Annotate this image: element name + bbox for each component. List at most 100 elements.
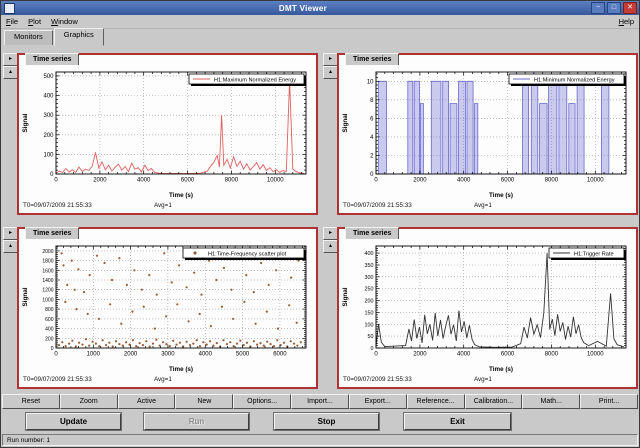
pane3-up-icon[interactable]: ▴	[3, 240, 18, 253]
pane1-expand-icon[interactable]: ▸	[3, 53, 18, 66]
svg-text:1200: 1200	[42, 288, 53, 294]
import-button[interactable]: Import...	[291, 394, 349, 409]
plot-time-frequency-scatter[interactable]: 0100020003000400050006000020040060080010…	[20, 239, 314, 373]
svg-text:2000: 2000	[42, 249, 53, 255]
menubar: File Plot Window Help	[1, 15, 639, 29]
svg-text:1800: 1800	[42, 259, 53, 265]
pane1-up-icon[interactable]: ▴	[3, 66, 18, 79]
pane4-frame: Time series 0200040006000800010000050100…	[337, 227, 638, 389]
svg-text:100: 100	[365, 322, 374, 328]
run-button[interactable]: Run	[144, 413, 249, 430]
pane2-frame: Time series 0200040006000800010000024681…	[337, 53, 638, 215]
t0-label: T0=09/07/2009 21:55:33	[343, 202, 412, 209]
svg-text:8000: 8000	[545, 352, 559, 358]
svg-text:H1:Minimum Normalized Energy: H1:Minimum Normalized Energy	[534, 77, 615, 83]
menu-file[interactable]: File	[1, 17, 23, 26]
pane-4: ▸ ▴ Time series 020004000600080001000005…	[321, 221, 640, 393]
svg-text:4000: 4000	[457, 352, 471, 358]
svg-text:Signal: Signal	[22, 287, 29, 306]
svg-text:200: 200	[45, 336, 54, 342]
svg-text:3000: 3000	[161, 352, 175, 358]
svg-text:10: 10	[367, 79, 374, 85]
svg-text:6000: 6000	[273, 352, 287, 358]
svg-text:350: 350	[365, 263, 374, 269]
new-button[interactable]: New	[175, 394, 233, 409]
dmt-viewer-window: DMT Viewer − □ ✕ File Plot Window Help M…	[0, 0, 640, 448]
svg-text:2000: 2000	[93, 178, 107, 184]
svg-text:6000: 6000	[501, 352, 515, 358]
plot-min-normalized-energy[interactable]: 02000400060008000100000246810Time (s)Sig…	[340, 65, 634, 199]
calibration-button[interactable]: Calibration...	[465, 394, 523, 409]
plot-trigger-rate[interactable]: 0200040006000800010000050100150200250300…	[340, 239, 634, 373]
svg-text:0: 0	[51, 346, 54, 352]
menu-help[interactable]: Help	[614, 17, 639, 26]
minimize-icon[interactable]: −	[591, 2, 605, 14]
svg-text:250: 250	[365, 287, 374, 293]
svg-text:400: 400	[365, 251, 374, 257]
tab-monitors[interactable]: Monitors	[4, 30, 53, 45]
svg-text:H1:Trigger Rate: H1:Trigger Rate	[574, 251, 614, 257]
pane2-up-icon[interactable]: ▴	[323, 66, 338, 79]
svg-text:H1:Maximum Normalized Energy: H1:Maximum Normalized Energy	[214, 77, 296, 83]
toolbar: Reset Zoom Active New Options... Import.…	[2, 394, 638, 409]
svg-text:10000: 10000	[267, 178, 284, 184]
close-icon[interactable]: ✕	[623, 2, 637, 14]
svg-text:1000: 1000	[42, 297, 53, 303]
svg-text:8000: 8000	[545, 178, 559, 184]
print-button[interactable]: Print...	[580, 394, 638, 409]
svg-text:H1:Time-Frequency scatter plot: H1:Time-Frequency scatter plot	[208, 251, 287, 257]
t0-label: T0=09/07/2009 21:55:33	[343, 376, 412, 383]
svg-text:4000: 4000	[137, 178, 151, 184]
active-button[interactable]: Active	[118, 394, 176, 409]
svg-text:600: 600	[45, 317, 54, 323]
tab-graphics[interactable]: Graphics	[54, 28, 104, 46]
math-button[interactable]: Math...	[522, 394, 580, 409]
titlebar[interactable]: DMT Viewer − □ ✕	[1, 1, 639, 15]
zoom-button[interactable]: Zoom	[60, 394, 118, 409]
plot-max-normalized-energy[interactable]: 02000400060008000100000100200300400500Ti…	[20, 65, 314, 199]
svg-text:2000: 2000	[413, 352, 427, 358]
reference-button[interactable]: Reference...	[407, 394, 465, 409]
maximize-icon[interactable]: □	[607, 2, 621, 14]
svg-text:500: 500	[43, 74, 54, 80]
pane2-expand-icon[interactable]: ▸	[323, 53, 338, 66]
pane3-expand-icon[interactable]: ▸	[3, 227, 18, 240]
svg-text:400: 400	[43, 94, 54, 100]
pane4-expand-icon[interactable]: ▸	[323, 227, 338, 240]
options-button[interactable]: Options...	[233, 394, 291, 409]
svg-text:Signal: Signal	[342, 113, 349, 132]
pane-1: ▸ ▴ Time series 020004000600080001000001…	[1, 47, 321, 219]
svg-text:0: 0	[371, 346, 374, 352]
svg-text:1000: 1000	[87, 352, 101, 358]
svg-text:2000: 2000	[413, 178, 427, 184]
status-bar: Run number: 1	[2, 434, 638, 446]
svg-text:10000: 10000	[587, 352, 604, 358]
stop-button[interactable]: Stop	[274, 413, 379, 430]
exit-button[interactable]: Exit	[404, 413, 511, 430]
svg-text:400: 400	[45, 327, 54, 333]
menu-plot[interactable]: Plot	[23, 17, 46, 26]
avg-label: Avg=1	[474, 202, 492, 209]
svg-text:150: 150	[365, 310, 374, 316]
pane3-footer: T0=09/07/2009 21:55:33 Avg=1	[23, 376, 314, 387]
svg-text:Time (s): Time (s)	[169, 366, 193, 373]
svg-text:10000: 10000	[587, 178, 604, 184]
update-button[interactable]: Update	[26, 413, 121, 430]
svg-text:8000: 8000	[225, 178, 239, 184]
tabbar: Monitors Graphics	[1, 28, 639, 45]
pane1-footer: T0=09/07/2009 21:55:33 Avg=1	[23, 202, 314, 213]
svg-text:Signal: Signal	[342, 287, 349, 306]
window-title: DMT Viewer	[15, 4, 591, 13]
avg-label: Avg=1	[474, 376, 492, 383]
export-button[interactable]: Export...	[349, 394, 407, 409]
pane4-up-icon[interactable]: ▴	[323, 240, 338, 253]
svg-text:Time (s): Time (s)	[489, 192, 513, 199]
svg-text:200: 200	[43, 133, 54, 139]
menu-window[interactable]: Window	[46, 17, 83, 26]
app-icon	[4, 3, 15, 14]
svg-text:Signal: Signal	[22, 113, 29, 132]
svg-text:50: 50	[368, 334, 374, 340]
svg-text:6000: 6000	[501, 178, 515, 184]
pane-3: ▸ ▴ Time series 010002000300040005000600…	[1, 221, 321, 393]
reset-button[interactable]: Reset	[2, 394, 60, 409]
